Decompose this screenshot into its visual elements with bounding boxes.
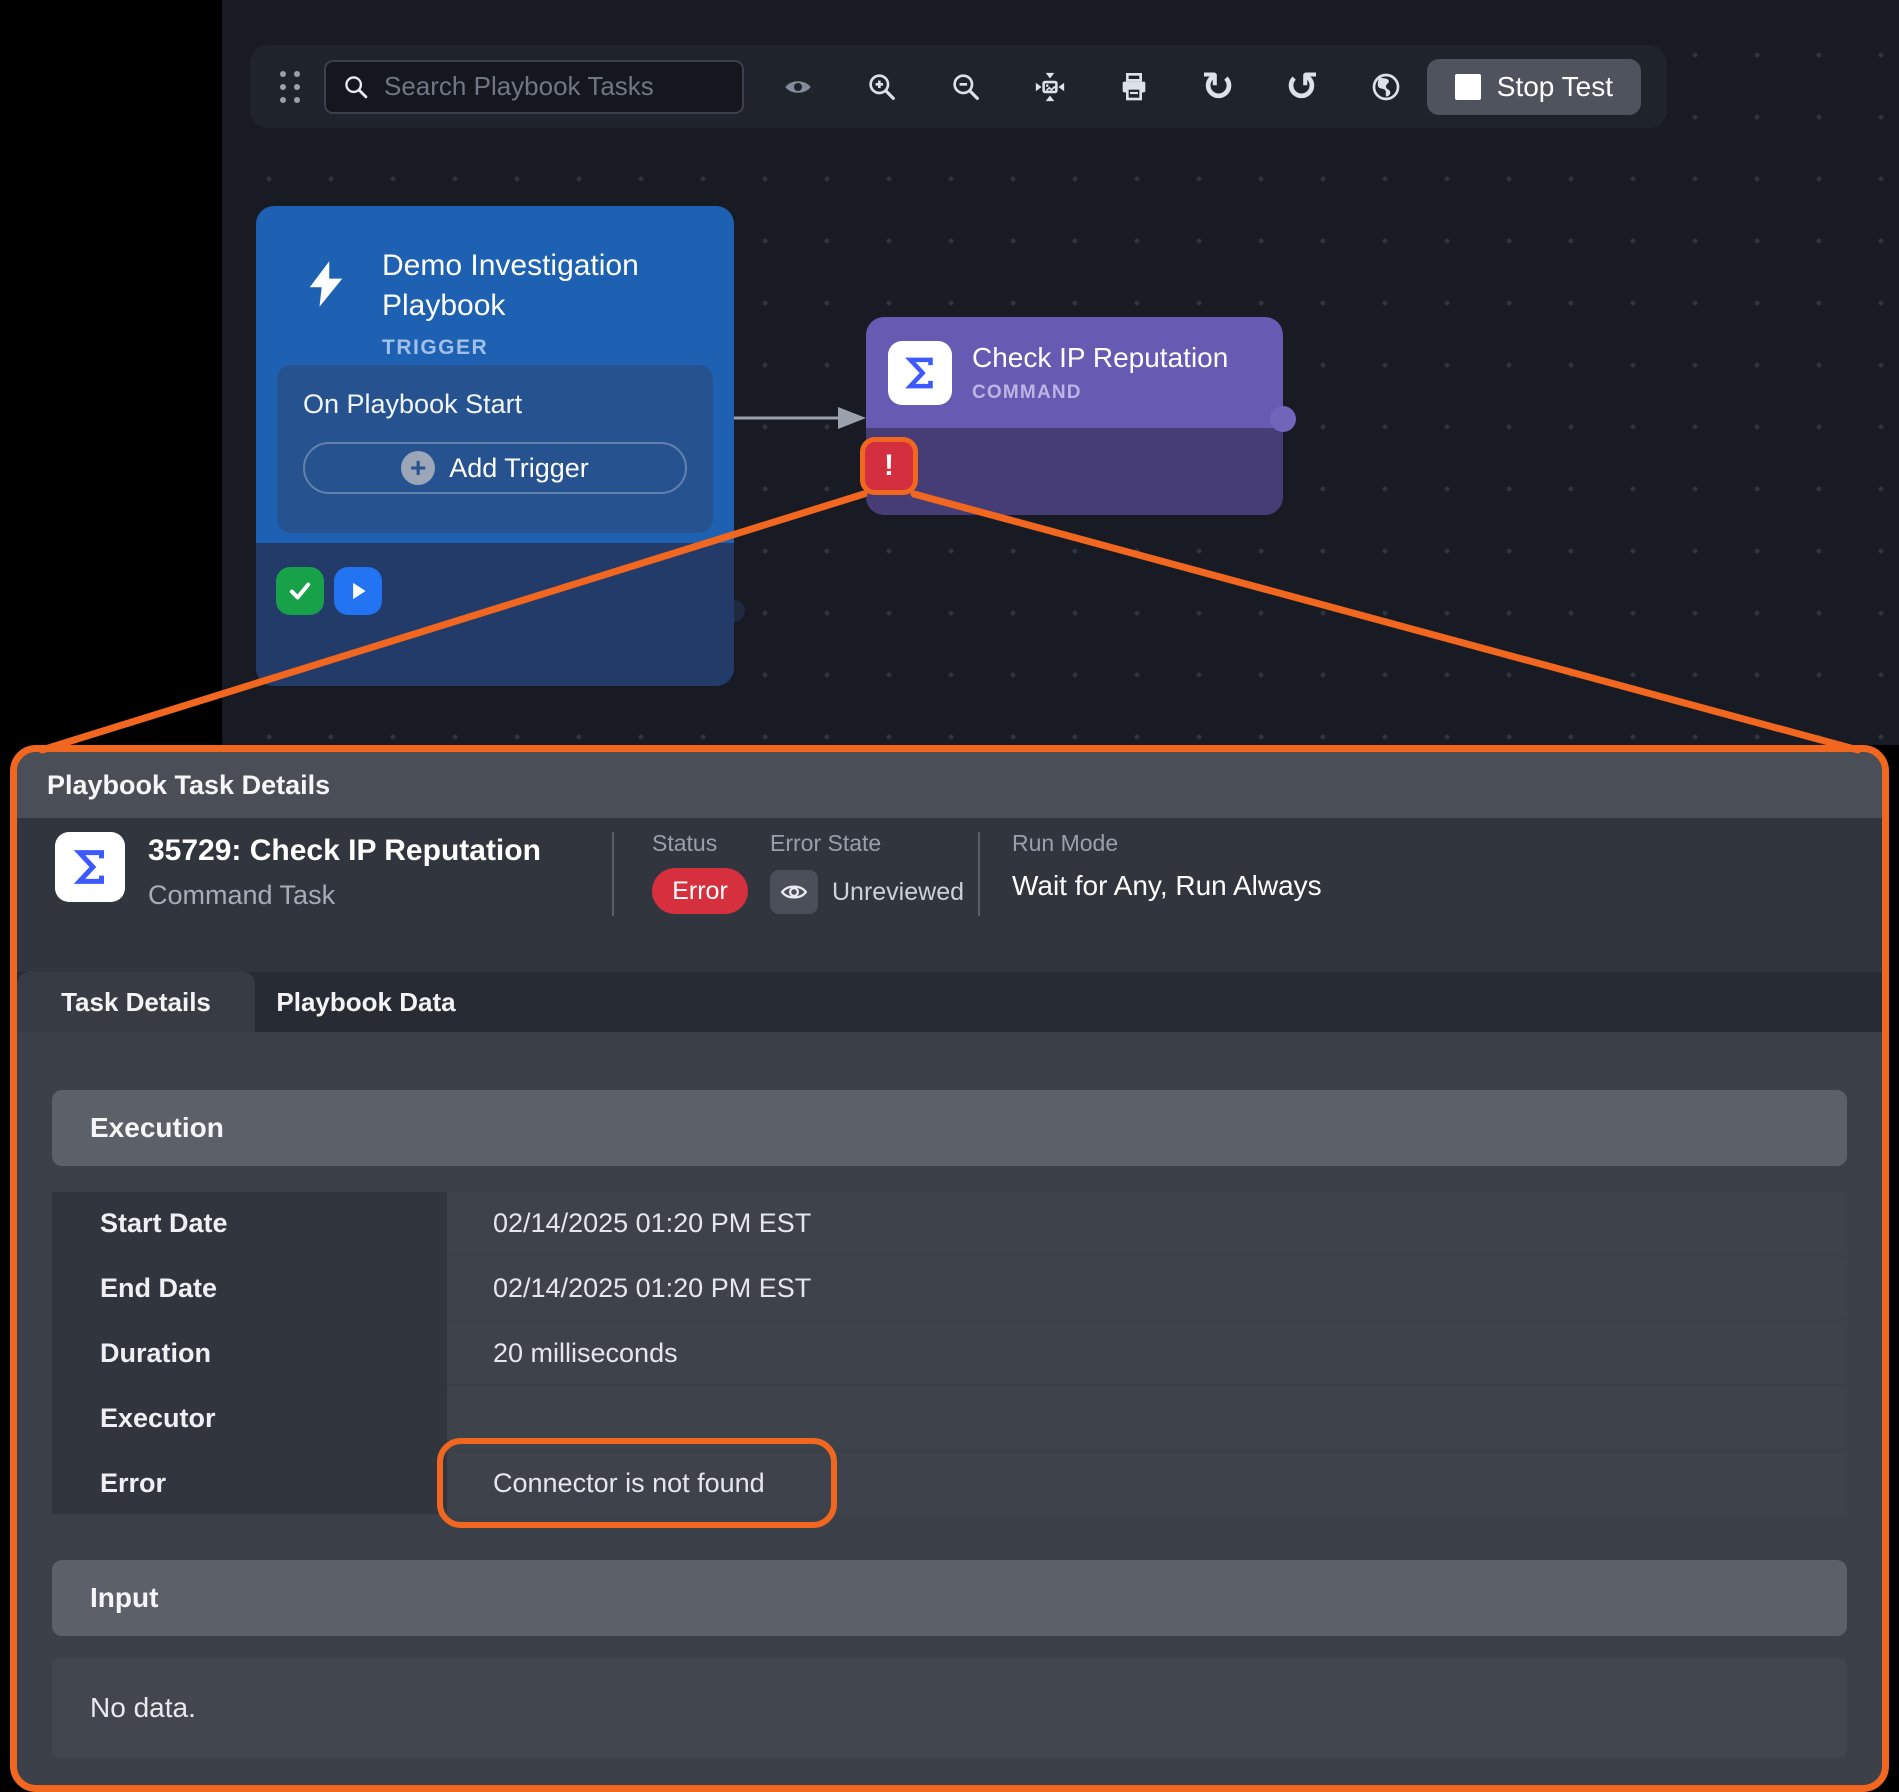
command-node[interactable]: Check IP Reputation COMMAND ! <box>866 317 1283 515</box>
printer-icon <box>1118 71 1150 103</box>
plus-icon: + <box>401 451 435 485</box>
canvas-toolbar: ↻ ↺ Stop Test <box>250 45 1667 128</box>
task-subtitle: Command Task <box>148 880 335 911</box>
row-value: Connector is not found <box>447 1452 1847 1514</box>
lightning-bolt-icon <box>300 256 352 312</box>
zoom-in-button[interactable] <box>854 59 910 115</box>
undo-icon: ↺ <box>1285 67 1319 107</box>
check-icon <box>286 577 314 605</box>
no-data-text: No data. <box>90 1692 196 1724</box>
error-state-label: Error State <box>770 830 881 857</box>
command-node-footer <box>866 428 1283 515</box>
row-label: End Date <box>52 1257 447 1319</box>
status-value: Error <box>672 877 728 906</box>
trigger-step-title: On Playbook Start <box>303 389 687 420</box>
search-icon <box>342 73 370 101</box>
globe-icon <box>1370 71 1402 103</box>
print-button[interactable] <box>1106 59 1162 115</box>
status-badge: Error <box>652 868 748 914</box>
command-node-title: Check IP Reputation <box>972 342 1228 374</box>
command-output-port[interactable] <box>1270 406 1296 432</box>
status-label: Status <box>652 830 717 857</box>
task-details-panel: Playbook Task Details 35729: Check IP Re… <box>10 745 1889 1792</box>
visibility-button[interactable] <box>770 59 826 115</box>
command-node-header: Check IP Reputation COMMAND <box>866 317 1283 428</box>
execution-title: Execution <box>90 1112 224 1144</box>
table-row: End Date 02/14/2025 01:20 PM EST <box>52 1257 1847 1319</box>
panel-tabs: Task Details Playbook Data <box>17 972 1882 1032</box>
trigger-node[interactable]: Demo Investigation Playbook TRIGGER On P… <box>256 206 734 686</box>
eye-icon <box>779 877 809 907</box>
row-value <box>447 1387 1847 1449</box>
app-window: ↻ ↺ Stop Test Demo Investigation Pla <box>0 0 1899 1792</box>
fit-view-button[interactable] <box>1022 59 1078 115</box>
task-info-section: 35729: Check IP Reputation Command Task … <box>17 818 1882 972</box>
trigger-step-card[interactable]: On Playbook Start + Add Trigger <box>277 365 713 533</box>
command-node-type-label: COMMAND <box>972 382 1228 404</box>
review-toggle-button[interactable] <box>770 870 818 914</box>
exclamation-icon: ! <box>884 449 894 483</box>
trigger-node-title: Demo Investigation Playbook <box>382 246 682 326</box>
task-name: 35729: Check IP Reputation <box>148 834 541 868</box>
error-badge[interactable]: ! <box>860 437 918 495</box>
run-mode-value: Wait for Any, Run Always <box>1012 870 1322 902</box>
stop-test-button[interactable]: Stop Test <box>1427 59 1641 115</box>
tab-playbook-data[interactable]: Playbook Data <box>255 972 477 1032</box>
row-value: 20 milliseconds <box>447 1322 1847 1384</box>
tab-task-details[interactable]: Task Details <box>17 972 255 1032</box>
eye-icon <box>782 71 814 103</box>
drag-handle-icon[interactable] <box>280 71 300 103</box>
run-button[interactable] <box>334 567 382 615</box>
stop-test-label: Stop Test <box>1497 71 1613 103</box>
input-empty-state: No data. <box>52 1658 1847 1758</box>
table-row: Start Date 02/14/2025 01:20 PM EST <box>52 1192 1847 1254</box>
add-trigger-label: Add Trigger <box>449 453 589 484</box>
row-value: 02/14/2025 01:20 PM EST <box>447 1257 1847 1319</box>
fit-view-icon <box>1033 70 1067 104</box>
validate-button[interactable] <box>276 567 324 615</box>
redo-button[interactable]: ↻ <box>1190 59 1246 115</box>
row-label: Error <box>52 1452 447 1514</box>
row-value: 02/14/2025 01:20 PM EST <box>447 1192 1847 1254</box>
web-button[interactable] <box>1358 59 1414 115</box>
row-label: Executor <box>52 1387 447 1449</box>
sigma-icon <box>67 844 113 890</box>
search-input[interactable] <box>384 71 726 102</box>
redo-icon: ↻ <box>1201 67 1235 107</box>
task-icon <box>55 832 125 902</box>
zoom-out-icon <box>950 71 982 103</box>
row-label: Duration <box>52 1322 447 1384</box>
trigger-node-type-label: TRIGGER <box>382 336 682 360</box>
row-label: Start Date <box>52 1192 447 1254</box>
toolbar-icons: ↻ ↺ <box>770 59 1414 115</box>
divider <box>612 832 614 916</box>
panel-header: Playbook Task Details <box>17 752 1882 818</box>
search-box[interactable] <box>324 60 744 114</box>
table-row: Error Connector is not found <box>52 1452 1847 1514</box>
input-title: Input <box>90 1582 158 1614</box>
command-task-icon <box>888 341 952 405</box>
undo-button[interactable]: ↺ <box>1274 59 1330 115</box>
play-icon <box>345 578 371 604</box>
trigger-node-header: Demo Investigation Playbook TRIGGER <box>256 206 734 360</box>
sigma-icon <box>899 352 941 394</box>
table-row: Executor <box>52 1387 1847 1449</box>
panel-title: Playbook Task Details <box>47 770 330 801</box>
table-row: Duration 20 milliseconds <box>52 1322 1847 1384</box>
trigger-node-footer <box>256 543 734 686</box>
run-mode-label: Run Mode <box>1012 830 1118 857</box>
stop-icon <box>1455 74 1481 100</box>
zoom-in-icon <box>866 71 898 103</box>
divider <box>978 832 980 916</box>
execution-section-header: Execution <box>52 1090 1847 1166</box>
add-trigger-button[interactable]: + Add Trigger <box>303 442 687 494</box>
task-details-content: Execution Start Date 02/14/2025 01:20 PM… <box>17 1032 1882 1785</box>
error-state-value: Unreviewed <box>832 878 964 907</box>
input-section-header: Input <box>52 1560 1847 1636</box>
zoom-out-button[interactable] <box>938 59 994 115</box>
